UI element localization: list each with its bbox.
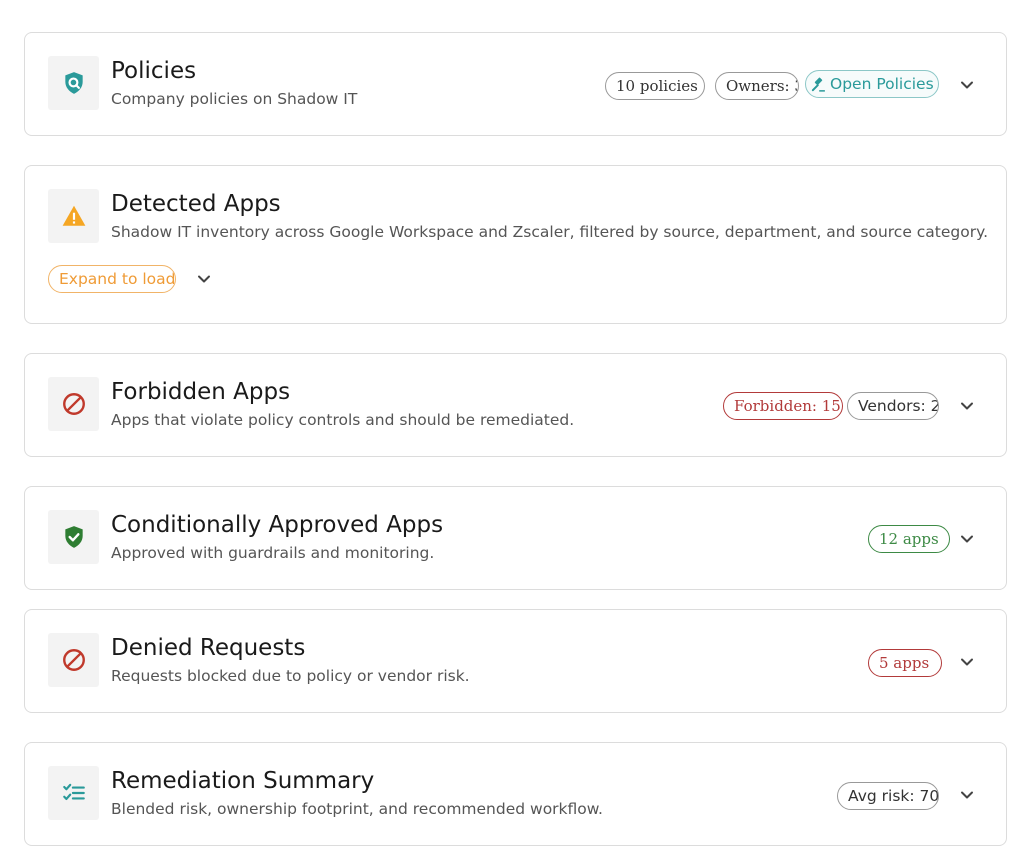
denied-count-badge: 5 apps xyxy=(868,649,942,677)
expand-to-load-button[interactable]: Expand to load xyxy=(48,265,176,293)
denied-subtitle: Requests blocked due to policy or vendor… xyxy=(111,667,470,685)
remediation-icon-box xyxy=(48,766,99,820)
checklist-icon xyxy=(62,783,85,801)
chevron-down-icon[interactable] xyxy=(957,75,977,95)
page: Policies Company policies on Shadow IT 1… xyxy=(0,0,1024,861)
shield-check-icon xyxy=(64,526,83,548)
gavel-icon xyxy=(811,77,825,92)
remediation-summary-card[interactable]: Remediation Summary Blended risk, owners… xyxy=(24,742,1007,846)
policies-title: Policies xyxy=(111,58,197,84)
chevron-down-icon[interactable] xyxy=(194,269,214,289)
forbidden-icon-box xyxy=(48,377,99,431)
remediation-subtitle: Blended risk, ownership footprint, and r… xyxy=(111,800,603,818)
conditionally-approved-card[interactable]: Conditionally Approved Apps Approved wit… xyxy=(24,486,1007,590)
detected-apps-card[interactable]: Detected Apps Shadow IT inventory across… xyxy=(24,165,1007,324)
conditional-title: Conditionally Approved Apps xyxy=(111,512,444,538)
chevron-down-icon[interactable] xyxy=(957,529,977,549)
chevron-down-icon[interactable] xyxy=(957,396,977,416)
policies-card[interactable]: Policies Company policies on Shadow IT 1… xyxy=(24,32,1007,136)
open-policies-button[interactable]: Open Policies xyxy=(805,70,939,98)
denied-icon-box xyxy=(48,633,99,687)
forbidden-subtitle: Apps that violate policy controls and sh… xyxy=(111,411,575,429)
policies-icon-box xyxy=(48,56,99,110)
denied-title: Denied Requests xyxy=(111,635,306,661)
chevron-down-icon[interactable] xyxy=(957,785,977,805)
block-icon xyxy=(62,649,85,671)
conditional-subtitle: Approved with guardrails and monitoring. xyxy=(111,544,435,562)
forbidden-title: Forbidden Apps xyxy=(111,379,291,405)
owners-badge: Owners: 3 xyxy=(715,72,799,100)
block-icon xyxy=(62,393,85,415)
vendors-badge: Vendors: 2 xyxy=(847,392,939,420)
policies-count-badge: 10 policies xyxy=(605,72,705,100)
detected-title: Detected Apps xyxy=(111,191,281,217)
conditional-icon-box xyxy=(48,510,99,564)
denied-requests-card[interactable]: Denied Requests Requests blocked due to … xyxy=(24,609,1007,713)
policies-subtitle: Company policies on Shadow IT xyxy=(111,90,358,108)
avg-risk-badge: Avg risk: 70 xyxy=(837,782,939,810)
shield-search-icon xyxy=(64,72,83,94)
open-policies-label: Open Policies xyxy=(830,75,934,93)
detected-icon-box xyxy=(48,189,99,243)
detected-subtitle: Shadow IT inventory across Google Worksp… xyxy=(111,223,989,241)
forbidden-count-badge: Forbidden: 15 xyxy=(723,392,843,420)
chevron-down-icon[interactable] xyxy=(957,652,977,672)
conditional-count-badge: 12 apps xyxy=(868,525,950,553)
remediation-title: Remediation Summary xyxy=(111,768,375,794)
forbidden-apps-card[interactable]: Forbidden Apps Apps that violate policy … xyxy=(24,353,1007,457)
warning-icon xyxy=(62,205,85,226)
